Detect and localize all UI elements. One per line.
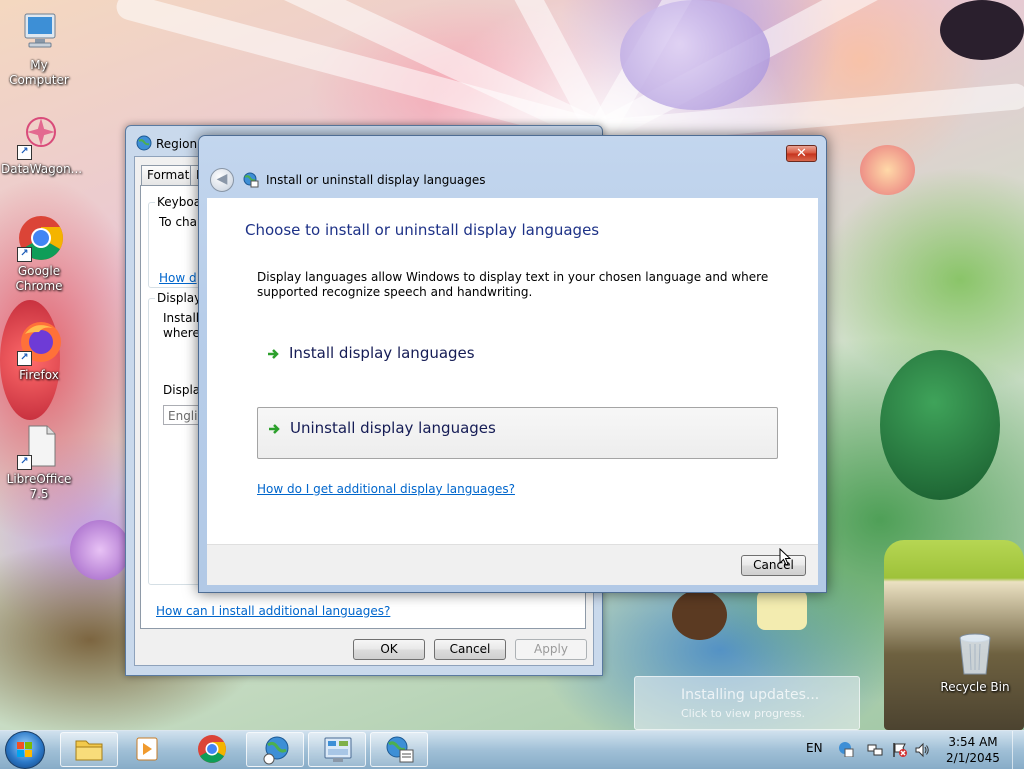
close-button[interactable]: ✕	[786, 145, 817, 162]
update-notification[interactable]: Installing updates... Click to view prog…	[634, 676, 860, 730]
desktop-icon-my-computer[interactable]: My Computer	[1, 8, 77, 88]
network-icon[interactable]	[867, 742, 883, 761]
desktop-icon-firefox[interactable]: ↗ Firefox	[1, 318, 77, 383]
chrome-icon	[198, 735, 226, 763]
taskbar-explorer[interactable]	[60, 732, 118, 767]
globe-clock-icon	[263, 736, 289, 765]
show-desktop-button[interactable]	[1012, 731, 1024, 769]
control-panel-icon	[324, 737, 352, 762]
taskbar-control-panel[interactable]	[308, 732, 366, 767]
clock[interactable]: 3:54 AM 2/1/2045	[942, 734, 1004, 766]
option-label: Uninstall display languages	[290, 419, 496, 437]
taskbar-region-language[interactable]	[246, 732, 304, 767]
language-globe-icon	[386, 736, 414, 763]
datawagon-icon: ↗	[15, 112, 63, 160]
group-text: Install	[163, 311, 200, 325]
language-indicator[interactable]: EN	[806, 741, 823, 755]
tab-formats[interactable]: Formats	[141, 165, 197, 186]
desktop-icon-chrome[interactable]: ↗ Google Chrome	[1, 214, 77, 294]
clock-time: 3:54 AM	[948, 735, 998, 749]
display-languages-dialog: ✕ ◀ Install or uninstall display languag…	[198, 135, 827, 593]
desktop-icon-label: Recycle Bin	[940, 680, 1010, 694]
chrome-icon: ↗	[15, 214, 63, 262]
flag-warning-icon[interactable]	[892, 742, 908, 761]
windows-logo-icon	[17, 742, 32, 757]
action-center-icon[interactable]	[838, 741, 854, 760]
notification-title: Installing updates...	[681, 687, 820, 703]
desktop-icon-datawagon[interactable]: ↗ DataWagon...	[1, 112, 83, 177]
wallpaper-shape	[860, 145, 915, 195]
clock-date: 2/1/2045	[946, 751, 1000, 765]
dialog-content: Choose to install or uninstall display l…	[207, 198, 818, 544]
computer-icon	[15, 8, 63, 56]
notification-subtitle: Click to view progress.	[681, 707, 806, 720]
dialog-heading: Choose to install or uninstall display l…	[245, 221, 600, 239]
wallpaper-character	[880, 350, 1000, 500]
option-label: Install display languages	[289, 344, 475, 362]
desktop-icon-label: DataWagon...	[1, 162, 83, 176]
shortcut-arrow-icon: ↗	[17, 351, 32, 366]
shortcut-arrow-icon: ↗	[17, 247, 32, 262]
dialog-title: Install or uninstall display languages	[266, 173, 486, 187]
recycle-bin-icon	[951, 630, 999, 678]
taskbar-language-dialog[interactable]	[370, 732, 428, 767]
wallpaper-character	[757, 590, 807, 630]
shortcut-arrow-icon: ↗	[17, 145, 32, 160]
volume-icon[interactable]	[914, 742, 930, 761]
desktop-icon-label: LibreOffice 7.5	[6, 472, 72, 501]
back-button[interactable]: ◀	[210, 168, 234, 192]
green-arrow-icon	[267, 344, 281, 365]
start-button[interactable]	[5, 731, 45, 769]
folder-icon	[75, 740, 103, 761]
group-text: where	[163, 326, 200, 340]
install-display-languages-option[interactable]: Install display languages	[257, 344, 778, 396]
language-globe-icon	[243, 172, 259, 188]
group-text: To cha	[159, 215, 198, 229]
wallpaper-shape	[620, 0, 770, 110]
wallpaper-character	[672, 590, 727, 640]
apply-button[interactable]: Apply	[515, 639, 587, 660]
ok-button[interactable]: OK	[353, 639, 425, 660]
document-icon: ↗	[15, 422, 63, 470]
green-arrow-icon	[268, 419, 282, 440]
group-title: Display	[155, 291, 204, 305]
display-language-label: Displa	[163, 383, 201, 397]
cancel-button[interactable]: Cancel	[434, 639, 506, 660]
wallpaper-shape	[70, 520, 130, 580]
additional-languages-link[interactable]: How do I get additional display language…	[257, 482, 515, 496]
dialog-footer: Cancel	[207, 544, 818, 585]
cancel-button[interactable]: Cancel	[741, 555, 806, 576]
taskbar: EN 3:54 AM 2/1/2045	[0, 730, 1024, 769]
desktop-icon-recycle-bin[interactable]: Recycle Bin	[937, 630, 1013, 695]
taskbar-chrome[interactable]	[182, 732, 240, 767]
shortcut-arrow-icon: ↗	[17, 455, 32, 470]
install-languages-link[interactable]: How can I install additional languages?	[156, 604, 390, 618]
wallpaper-shape	[940, 0, 1024, 60]
desktop-icon-label: Firefox	[19, 368, 59, 382]
dialog-description: Display languages allow Windows to displ…	[257, 270, 769, 299]
desktop-icon-label: My Computer	[9, 58, 69, 87]
desktop-icon-label: Google Chrome	[15, 264, 63, 293]
globe-icon	[136, 135, 152, 154]
desktop-icon-libreoffice[interactable]: ↗ LibreOffice 7.5	[1, 422, 77, 502]
taskbar-media-player[interactable]	[120, 732, 178, 767]
keyboard-help-link[interactable]: How d	[159, 271, 197, 285]
mouse-cursor-icon	[779, 548, 791, 566]
media-player-icon	[136, 737, 158, 761]
firefox-icon: ↗	[15, 318, 63, 366]
group-title: Keyboa	[155, 195, 204, 209]
uninstall-display-languages-option[interactable]: Uninstall display languages	[257, 407, 778, 459]
